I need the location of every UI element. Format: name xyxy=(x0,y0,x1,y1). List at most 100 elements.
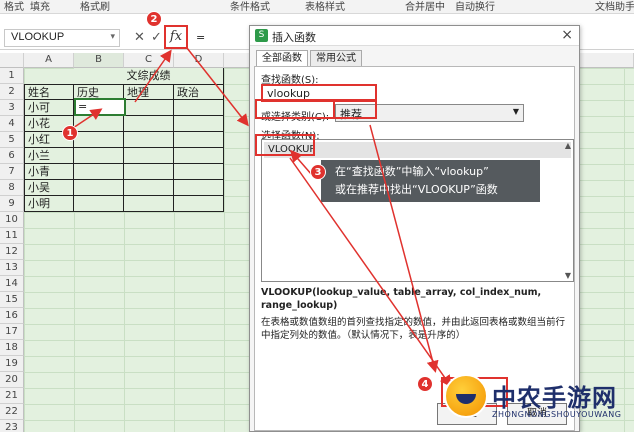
toolbar-item[interactable]: 格式 xyxy=(4,0,24,13)
chevron-down-icon[interactable]: ▼ xyxy=(513,107,519,116)
scroll-down-icon[interactable]: ▼ xyxy=(565,271,571,280)
column-header-a[interactable]: A xyxy=(24,53,74,68)
row-header[interactable]: 23 xyxy=(0,420,24,432)
row-header[interactable]: 5 xyxy=(0,132,24,148)
table-cell[interactable] xyxy=(124,148,174,164)
column-header-b[interactable]: B xyxy=(74,53,124,68)
name-box[interactable]: VLOOKUP ▾ xyxy=(4,29,120,47)
table-cell[interactable] xyxy=(174,180,224,196)
insert-function-dialog: S 插入函数 × 全部函数 常用公式 查找函数(S): vlookup 或选择类… xyxy=(249,25,580,432)
table-cell[interactable] xyxy=(174,196,224,212)
active-cell-b3[interactable]: = xyxy=(74,98,126,116)
column-header-d[interactable]: D xyxy=(174,53,224,68)
table-cell[interactable] xyxy=(74,132,124,148)
row-header[interactable]: 3 xyxy=(0,100,24,116)
table-cell[interactable] xyxy=(74,196,124,212)
row-header[interactable]: 6 xyxy=(0,148,24,164)
callout-badge-2: 2 xyxy=(146,11,162,27)
header-geography[interactable]: 地理 xyxy=(124,84,174,100)
table-cell[interactable] xyxy=(124,196,174,212)
table-cell[interactable] xyxy=(174,164,224,180)
name-cell[interactable]: 小明 xyxy=(24,196,74,212)
row-header[interactable]: 17 xyxy=(0,324,24,340)
callout-badge-3: 3 xyxy=(310,164,326,180)
confirm-icon[interactable]: ✓ xyxy=(151,30,162,45)
row-header[interactable]: 7 xyxy=(0,164,24,180)
table-cell[interactable] xyxy=(124,164,174,180)
table-title[interactable]: 文综成绩 xyxy=(74,68,224,84)
table-cell[interactable] xyxy=(124,132,174,148)
watermark: 中农手游网 ZHONGNONGSHOUYOUWANG xyxy=(438,372,634,432)
name-cell[interactable]: 小可 xyxy=(24,100,74,116)
highlight-category-value xyxy=(333,99,377,119)
insert-function-button[interactable]: fx xyxy=(164,25,188,49)
close-icon[interactable]: × xyxy=(561,27,573,43)
dialog-title: 插入函数 xyxy=(272,31,316,44)
scroll-up-icon[interactable]: ▲ xyxy=(565,141,571,150)
row-header[interactable]: 11 xyxy=(0,228,24,244)
callout-badge-4: 4 xyxy=(417,376,433,392)
row-header[interactable]: 1 xyxy=(0,68,24,84)
tooltip-line-2: 或在推荐中找出“VLOOKUP”函数 xyxy=(335,183,498,196)
row-header[interactable]: 15 xyxy=(0,292,24,308)
row-header[interactable]: 12 xyxy=(0,244,24,260)
name-cell[interactable]: 小吴 xyxy=(24,180,74,196)
row-header[interactable]: 16 xyxy=(0,308,24,324)
row-header[interactable]: 8 xyxy=(0,180,24,196)
tab-all-functions[interactable]: 全部函数 xyxy=(256,50,308,66)
wps-logo-icon: S xyxy=(255,29,268,42)
instruction-tooltip: 在“查找函数”中输入“vlookup” 或在推荐中找出“VLOOKUP”函数 xyxy=(321,160,540,202)
row-header[interactable]: 13 xyxy=(0,260,24,276)
toolbar-item[interactable]: 格式刷 xyxy=(80,0,110,13)
watermark-subtitle: ZHONGNONGSHOUYOUWANG xyxy=(492,410,622,419)
table-cell[interactable] xyxy=(174,116,224,132)
row-header[interactable]: 4 xyxy=(0,116,24,132)
table-cell[interactable] xyxy=(74,116,124,132)
row-header[interactable]: 22 xyxy=(0,404,24,420)
column-header-e[interactable] xyxy=(224,53,250,68)
name-cell[interactable]: 小青 xyxy=(24,164,74,180)
ribbon-toolbar: 格式 填充 格式刷 条件格式 表格样式 合并居中 自动换行 文档助手 xyxy=(0,0,634,14)
name-cell[interactable]: 小兰 xyxy=(24,148,74,164)
toolbar-item[interactable]: 填充 xyxy=(30,0,50,13)
formula-input[interactable]: = xyxy=(196,31,205,44)
chevron-down-icon[interactable]: ▾ xyxy=(110,31,115,42)
row-header[interactable]: 14 xyxy=(0,276,24,292)
highlight-vlookup-item xyxy=(255,134,315,156)
row-header[interactable]: 21 xyxy=(0,388,24,404)
table-cell[interactable] xyxy=(124,100,174,116)
watermark-logo-icon xyxy=(444,374,488,418)
table-cell[interactable] xyxy=(74,148,124,164)
header-politics[interactable]: 政治 xyxy=(174,84,224,100)
callout-badge-1: 1 xyxy=(62,125,78,141)
row-header[interactable]: 18 xyxy=(0,340,24,356)
table-cell[interactable] xyxy=(74,180,124,196)
tab-common-formulas[interactable]: 常用公式 xyxy=(310,50,362,66)
select-all-corner[interactable] xyxy=(0,53,24,68)
row-header[interactable]: 2 xyxy=(0,84,24,100)
table-cell[interactable] xyxy=(174,132,224,148)
function-signature: VLOOKUP(lookup_value, table_array, col_i… xyxy=(261,287,542,311)
watermark-title: 中农手游网 xyxy=(492,383,617,412)
toolbar-item[interactable]: 条件格式 xyxy=(230,0,270,13)
table-cell[interactable] xyxy=(74,164,124,180)
toolbar-item[interactable]: 文档助手 xyxy=(595,0,634,13)
name-box-value: VLOOKUP xyxy=(11,31,65,43)
row-header[interactable]: 10 xyxy=(0,212,24,228)
toolbar-item[interactable]: 合并居中 xyxy=(405,0,445,13)
dialog-title-bar: S 插入函数 × xyxy=(250,26,579,46)
table-cell[interactable] xyxy=(174,148,224,164)
toolbar-item[interactable]: 自动换行 xyxy=(455,0,495,13)
row-header[interactable]: 9 xyxy=(0,196,24,212)
function-description: 在表格或数值数组的首列查找指定的数值，并由此返回表格或数组当前行中指定列处的数值… xyxy=(261,317,566,341)
table-cell[interactable] xyxy=(174,100,224,116)
table-cell[interactable] xyxy=(124,116,174,132)
column-header-h[interactable] xyxy=(580,53,634,68)
header-name[interactable]: 姓名 xyxy=(24,84,74,100)
cancel-icon[interactable]: ✕ xyxy=(134,30,145,45)
row-header[interactable]: 20 xyxy=(0,372,24,388)
toolbar-item[interactable]: 表格样式 xyxy=(305,0,345,13)
row-header[interactable]: 19 xyxy=(0,356,24,372)
column-header-c[interactable]: C xyxy=(124,53,174,68)
table-cell[interactable] xyxy=(124,180,174,196)
